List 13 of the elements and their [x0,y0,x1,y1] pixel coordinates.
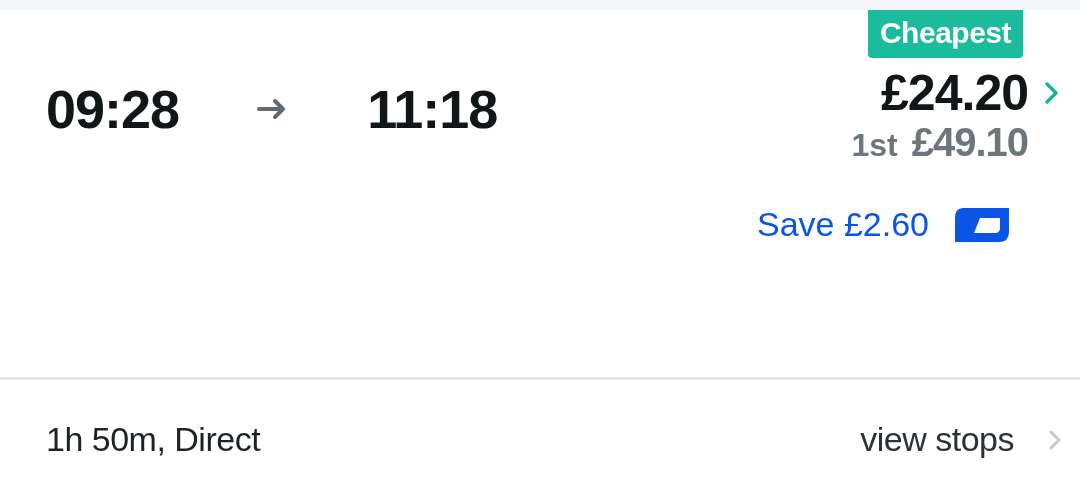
view-stops-link[interactable]: view stops [860,420,1014,459]
arrival-time: 11:18 [367,78,498,140]
standard-price: £24.20 [881,64,1028,122]
first-class-price: £49.10 [911,120,1028,165]
journey-summary: 1h 50m, Direct [46,420,261,459]
arrow-icon [257,98,288,120]
saving-text: Save £2.60 [756,205,929,244]
chevron-icon[interactable] [1048,428,1062,451]
cheapest-badge: Cheapest [867,10,1023,58]
departure-time: 09:28 [46,78,180,140]
first-class-label: 1st [851,127,898,164]
railcard-icon [953,205,1011,244]
chevron-icon[interactable] [1044,81,1060,105]
